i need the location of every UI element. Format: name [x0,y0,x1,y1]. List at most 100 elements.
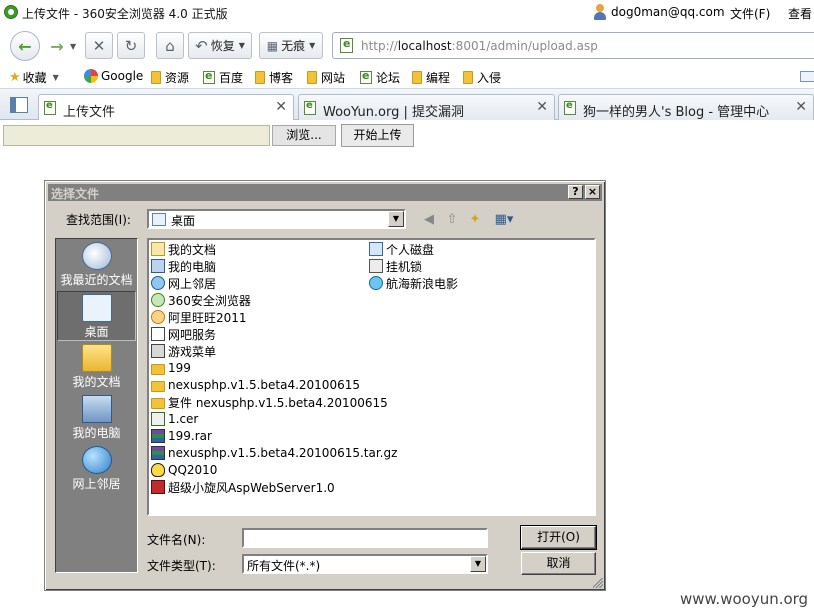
url-path: :8001/admin/upload.asp [451,39,598,53]
forward-arrow-icon: → [50,36,64,56]
browse-button[interactable]: 浏览... [272,125,336,146]
tab-blog[interactable]: 狗一样的男人's Blog - 管理中心 ✕ [558,94,814,121]
tab-label: 上传文件 [63,105,116,120]
place-label: 桌面 [84,325,109,339]
bookmarks-bar: ★ 收藏 ▼ Google 资源 百度 博客 网站 论坛 编程 入侵 [0,66,814,88]
sidebar-toggle-icon[interactable] [10,97,28,113]
chevron-down-icon[interactable]: ▼ [470,556,486,572]
address-bar[interactable]: http://localhost:8001/admin/upload.asp [332,32,814,59]
list-item[interactable]: 网吧服务 [151,326,216,342]
new-folder-icon[interactable]: ✦ [466,211,484,228]
bookmark-programming[interactable]: 编程 [412,69,450,86]
list-item[interactable]: 挂机锁 [369,258,422,274]
mail-icon[interactable] [800,71,814,82]
filename-field[interactable] [242,528,488,548]
back-arrow-icon: ← [18,36,32,56]
list-item[interactable]: 游戏菜单 [151,343,216,359]
tab-upload[interactable]: 上传文件 ✕ [38,94,294,122]
up-folder-icon[interactable]: ⇧ [443,211,461,228]
home-button[interactable]: ⌂ [156,32,184,59]
list-item[interactable]: 360安全浏览器 [151,292,251,308]
address-url[interactable]: http://localhost:8001/admin/upload.asp [361,39,598,53]
list-item[interactable]: 航海新浪电影 [369,275,458,291]
list-item[interactable]: 199 [151,360,191,376]
dialog-title-bar[interactable]: 选择文件 ? × [48,184,602,201]
place-desktop[interactable]: 桌面 [57,291,136,341]
file-name: nexusphp.v1.5.beta4.20100615.tar.gz [168,446,398,460]
incognito-button[interactable]: ▦ 无痕 ▼ [259,32,323,59]
place-network[interactable]: 网上邻居 [57,444,136,494]
user-account[interactable]: dog0man@qq.com [611,5,725,19]
game-menu-icon [151,344,165,358]
user-icon[interactable] [593,4,607,20]
look-in-label: 查找范围(I): [66,213,131,227]
list-item[interactable]: 1.cer [151,411,198,427]
open-button[interactable]: 打开(O) [520,525,597,550]
certificate-icon [151,412,165,426]
close-icon[interactable]: ✕ [275,99,287,115]
place-my-computer[interactable]: 我的电脑 [57,393,136,443]
list-item[interactable]: 网上邻居 [151,275,216,291]
list-item[interactable]: 阿里旺旺2011 [151,309,247,325]
folder-icon [307,71,317,84]
look-in-select[interactable]: 桌面 ▼ [147,209,406,229]
archive-icon [151,429,165,443]
bookmark-resources[interactable]: 资源 [151,69,189,86]
filetype-select[interactable]: 所有文件(*.*) ▼ [242,554,488,574]
bookmark-baidu[interactable]: 百度 [203,69,243,86]
back-icon[interactable]: ◀ [420,211,438,228]
bookmark-intrusion[interactable]: 入侵 [463,69,501,86]
help-button[interactable]: ? [568,185,583,199]
chevron-down-icon[interactable]: ▼ [388,211,404,227]
list-item[interactable]: 超级小旋风AspWebServer1.0 [151,479,335,495]
bookmark-blogs[interactable]: 博客 [255,69,293,86]
view-menu-icon[interactable]: ▦▾ [491,211,517,228]
close-icon[interactable]: ✕ [536,99,548,115]
file-path-input[interactable] [3,125,270,146]
tab-label: WooYun.org | 提交漏洞 [323,105,465,120]
bookmark-favorites[interactable]: ★ 收藏 ▼ [9,69,59,86]
file-list[interactable]: 我的文档 我的电脑 网上邻居 360安全浏览器 阿里旺旺2011 网吧服务 游戏… [147,238,596,516]
my-documents-icon [151,242,165,256]
start-upload-button[interactable]: 开始上传 [341,124,414,147]
list-item[interactable]: nexusphp.v1.5.beta4.20100615 [151,377,360,393]
place-recent[interactable]: 我最近的文档 [57,240,136,290]
file-name: 游戏菜单 [168,344,217,359]
dialog-close-button[interactable]: × [585,185,600,199]
stop-button[interactable]: ✕ [85,32,113,59]
aliwangwang-icon [151,310,165,324]
list-item[interactable]: 我的电脑 [151,258,216,274]
list-item[interactable]: 我的文档 [151,241,216,257]
file-name: 360安全浏览器 [168,293,251,308]
tab-wooyun[interactable]: WooYun.org | 提交漏洞 ✕ [298,94,555,121]
forward-button[interactable]: → [44,31,70,61]
bookmark-label: 论坛 [376,71,401,85]
list-item[interactable]: nexusphp.v1.5.beta4.20100615.tar.gz [151,445,397,461]
recent-docs-icon [81,242,112,270]
list-item[interactable]: 199.rar [151,428,212,444]
bookmark-sites[interactable]: 网站 [307,69,345,86]
file-name: 199.rar [168,429,212,443]
restore-button[interactable]: ↶ 恢复 ▼ [188,32,252,59]
bookmark-google[interactable]: Google [84,69,143,83]
close-icon[interactable]: ✕ [795,99,807,115]
menu-view[interactable]: 查看 [788,5,812,22]
list-item[interactable]: 个人磁盘 [369,241,434,257]
menu-file[interactable]: 文件(F) [730,5,770,22]
place-label: 网上邻居 [72,477,121,491]
dialog-title: 选择文件 [51,187,100,201]
resize-grip-icon[interactable] [593,578,603,588]
bookmark-label: 网站 [321,71,346,85]
bookmark-label: Google [101,69,144,83]
refresh-button[interactable]: ↻ [117,32,145,59]
cancel-button[interactable]: 取消 [521,552,596,575]
forward-dropdown-icon[interactable]: ▼ [70,42,76,51]
bookmark-forums[interactable]: 论坛 [360,69,400,86]
list-item[interactable]: QQ2010 [151,462,217,478]
file-name: 我的电脑 [168,259,217,274]
place-my-documents[interactable]: 我的文档 [57,342,136,392]
personal-disk-icon [369,242,383,256]
list-item[interactable]: 复件 nexusphp.v1.5.beta4.20100615 [151,394,388,410]
back-button[interactable]: ← [10,31,40,61]
bookmark-label: 编程 [426,71,451,85]
